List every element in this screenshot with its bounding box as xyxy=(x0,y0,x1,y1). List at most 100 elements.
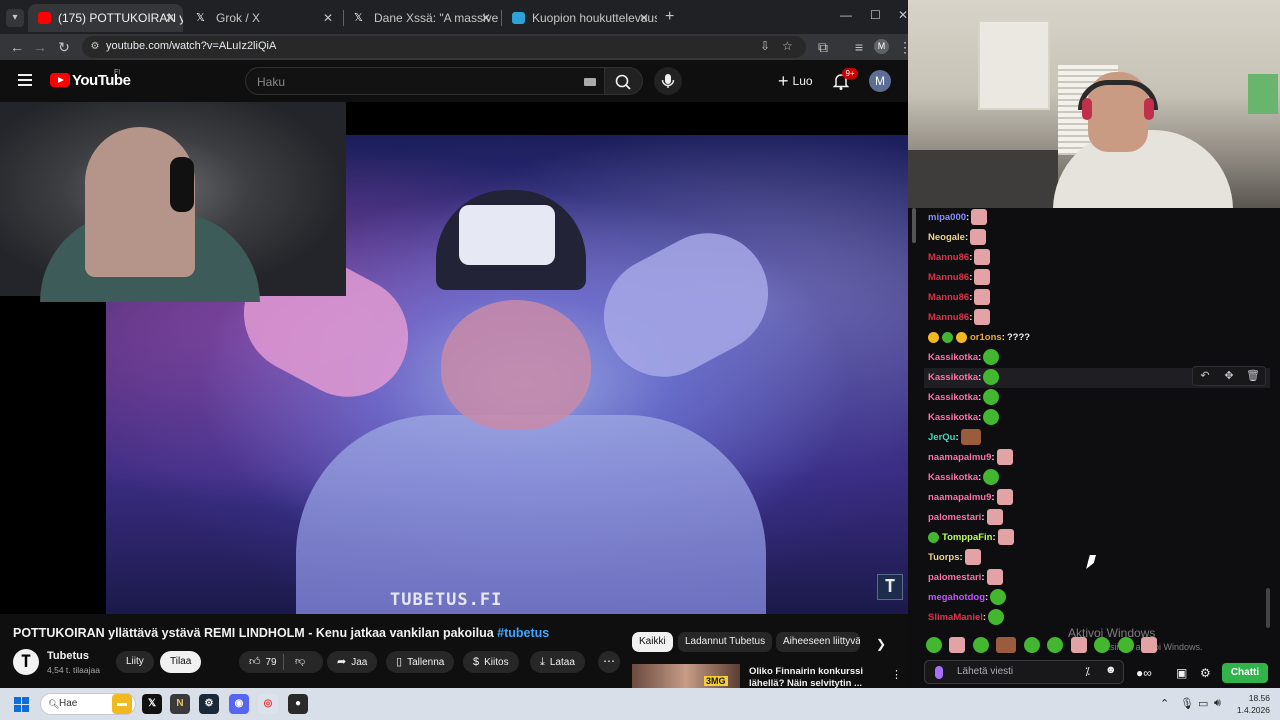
emote-icon[interactable] xyxy=(972,636,989,653)
emote-icon[interactable] xyxy=(1117,636,1134,653)
tray-chevron-icon[interactable]: ⌃ xyxy=(1160,697,1169,710)
close-window-icon[interactable]: ✕ xyxy=(898,8,908,22)
join-button[interactable]: Liity xyxy=(116,651,154,673)
gift-icon[interactable]: ▣ xyxy=(1176,666,1187,680)
emote-icon[interactable] xyxy=(1047,636,1064,653)
chat-message-input[interactable]: Lähetä viesti ⁒ ☻ xyxy=(924,660,1124,684)
emote-icon[interactable] xyxy=(986,569,1003,586)
forward-icon[interactable]: → xyxy=(31,38,49,56)
back-icon[interactable]: ← xyxy=(8,38,26,56)
menu-hamburger-icon[interactable] xyxy=(18,74,32,86)
reload-icon[interactable]: ↻ xyxy=(55,38,73,56)
tab-grok[interactable]: 𝕏 Grok / X ✕ xyxy=(186,4,341,32)
thumbs-down-icon[interactable]: 👎︎ xyxy=(295,651,305,673)
emote-icon[interactable] xyxy=(949,636,966,653)
chat-username[interactable]: naamapalmu9 xyxy=(928,452,991,463)
emote-icon[interactable] xyxy=(997,529,1014,546)
recommendation-menu-icon[interactable]: ⋮ xyxy=(891,668,902,681)
chat-message[interactable]: TomppaFin: xyxy=(928,528,1014,548)
extensions-icon[interactable]: ⧉ xyxy=(814,38,832,56)
chat-message[interactable]: palomestari: xyxy=(928,508,1003,528)
emoji-icon[interactable]: ☻ xyxy=(1105,664,1117,676)
tab-youtube[interactable]: (175) POTTUKOIRAN yllättä ✕ xyxy=(28,4,183,32)
recommendation-thumbnail[interactable]: 3MG xyxy=(632,664,740,688)
chat-badge-icon[interactable] xyxy=(928,331,939,343)
emote-icon[interactable] xyxy=(988,609,1005,626)
keyboard-icon[interactable] xyxy=(584,78,596,86)
search-input[interactable]: Haku xyxy=(245,67,605,95)
translate-icon[interactable]: ⁒ xyxy=(1085,665,1090,678)
chat-username[interactable]: palomestari xyxy=(928,572,981,583)
emote-icon[interactable] xyxy=(974,249,991,266)
chat-badge-icon[interactable] xyxy=(942,331,953,343)
chat-badge-icon[interactable] xyxy=(928,531,939,543)
subscribe-button[interactable]: Tilaa xyxy=(160,651,202,673)
chat-username[interactable]: Mannu86 xyxy=(928,272,969,283)
chat-username[interactable]: Mannu86 xyxy=(928,252,969,263)
chat-message[interactable]: Kassikotka: xyxy=(928,468,1000,488)
more-actions-icon[interactable]: ⋯ xyxy=(598,651,620,673)
emote-icon[interactable] xyxy=(971,209,988,226)
install-app-icon[interactable]: ⇩ xyxy=(760,39,770,53)
new-tab-icon[interactable]: + xyxy=(665,8,681,26)
close-tab-icon[interactable]: ✕ xyxy=(165,4,175,32)
emote-icon[interactable] xyxy=(974,289,991,306)
video-hashtag-link[interactable]: #tubetus xyxy=(497,626,549,640)
video-player[interactable]: TUBETUS.FI T xyxy=(0,102,910,614)
minimize-icon[interactable]: — xyxy=(840,8,852,22)
chat-username[interactable]: Mannu86 xyxy=(928,312,969,323)
share-button[interactable]: ➦ Jaa xyxy=(327,651,378,673)
emote-icon[interactable] xyxy=(996,449,1013,466)
chip-all[interactable]: Kaikki xyxy=(632,632,673,652)
chat-username[interactable]: naamapalmu9 xyxy=(928,492,991,503)
network-icon[interactable]: ▭ xyxy=(1198,697,1208,710)
search-button[interactable] xyxy=(605,67,643,95)
emote-icon[interactable] xyxy=(983,409,1000,426)
emote-icon[interactable] xyxy=(996,489,1013,506)
chat-message[interactable]: Tuorps: xyxy=(928,548,981,568)
like-button[interactable]: 👍︎ 79 👎︎ xyxy=(239,651,323,673)
chat-username[interactable]: Mannu86 xyxy=(928,292,969,303)
chat-username[interactable]: megahotdog xyxy=(928,592,985,603)
chrome-icon[interactable]: ◎ xyxy=(258,694,278,714)
thanks-button[interactable]: $ Kiitos xyxy=(463,651,519,673)
chat-username[interactable]: JerQu xyxy=(928,432,955,443)
settings-gear-icon[interactable]: ⚙ xyxy=(1200,666,1211,680)
chat-message[interactable]: Mannu86: xyxy=(928,248,991,268)
volume-icon[interactable]: 🔊︎ xyxy=(1214,697,1221,710)
chat-badge-icon[interactable] xyxy=(956,331,967,343)
emote-icon[interactable] xyxy=(990,589,1007,606)
chat-scrollbar[interactable] xyxy=(912,208,916,243)
chat-message[interactable]: mipa000: xyxy=(928,208,988,228)
tray-mic-icon[interactable]: 🎙︎ xyxy=(1180,697,1194,710)
chat-message[interactable]: megahotdog: xyxy=(928,588,1007,608)
windows-start-icon[interactable] xyxy=(14,697,29,712)
mic-icon[interactable] xyxy=(935,666,943,679)
emote-icon[interactable] xyxy=(996,636,1017,653)
tab-kuopio[interactable]: Kuopion houkuttelevuus on jo ✕ xyxy=(502,4,657,32)
tab-search-button[interactable]: ▾ xyxy=(6,9,24,27)
emote-icon[interactable] xyxy=(1070,636,1087,653)
chat-message[interactable]: Neogale: xyxy=(928,228,987,248)
emote-icon[interactable] xyxy=(983,389,1000,406)
close-tab-icon[interactable]: ✕ xyxy=(323,4,333,32)
chat-username[interactable]: Kassikotka xyxy=(928,472,978,483)
pin-icon[interactable]: ✥ xyxy=(1221,369,1237,383)
chip-uploaded-by[interactable]: Ladannut Tubetus xyxy=(678,632,773,652)
emote-icon[interactable] xyxy=(964,549,981,566)
obs-icon[interactable]: ● xyxy=(288,694,308,714)
site-info-icon[interactable]: ⚙ xyxy=(88,40,102,54)
chat-message[interactable]: naamapalmu9: xyxy=(928,488,1013,508)
chat-message[interactable]: naamapalmu9: xyxy=(928,448,1013,468)
voice-search-button[interactable] xyxy=(654,67,682,95)
emote-icon[interactable] xyxy=(983,369,1000,386)
chat-username[interactable]: palomestari xyxy=(928,512,981,523)
tab-dane[interactable]: 𝕏 Dane Xssä: "A massive Swedish ✕ xyxy=(344,4,499,32)
emote-icon[interactable] xyxy=(974,269,991,286)
emote-icon[interactable] xyxy=(1094,636,1111,653)
taskbar-clock[interactable]: 18.56 1.4.2026 xyxy=(1222,692,1270,716)
chat-username[interactable]: Neogale xyxy=(928,232,965,243)
chip-related[interactable]: Aiheeseen liittyvä xyxy=(776,632,860,652)
emote-icon[interactable] xyxy=(983,469,1000,486)
chat-message[interactable]: Mannu86: xyxy=(928,268,991,288)
